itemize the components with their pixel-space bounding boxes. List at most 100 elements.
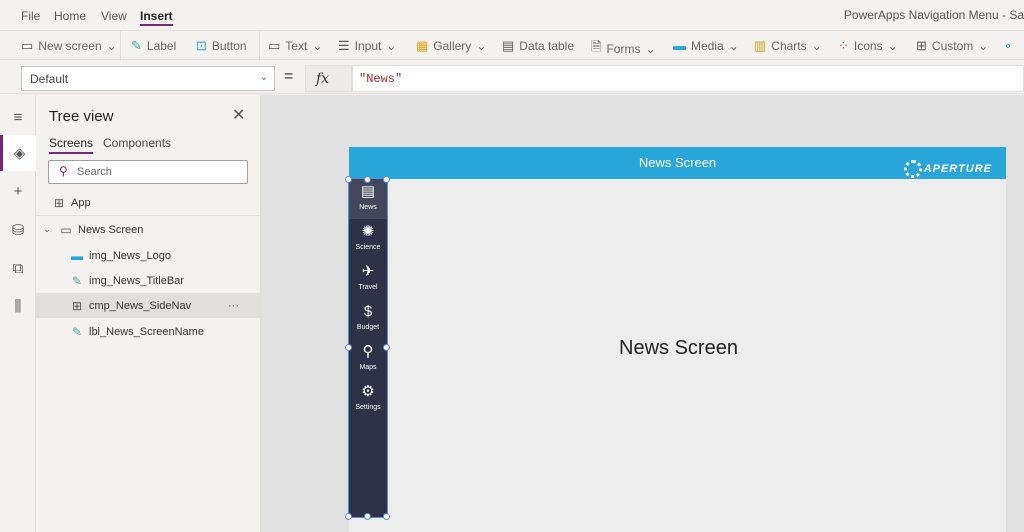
dollar-icon: $ xyxy=(363,303,373,320)
insert-plus-icon[interactable]: + xyxy=(0,173,36,209)
tab-screens[interactable]: Screens xyxy=(49,136,94,154)
tree-item-news-screen[interactable]: ⌄ ▭ News Screen xyxy=(36,217,260,242)
tree-item-app[interactable]: ⊞ App xyxy=(36,191,260,216)
resize-handle[interactable] xyxy=(383,344,390,351)
nav-item-settings[interactable]: ⚙ Settings xyxy=(349,379,387,419)
input-button[interactable]: ☰ Input ⌄ xyxy=(338,38,396,54)
screen-icon: ▭ xyxy=(60,222,72,237)
nav-item-maps[interactable]: ⚲ Maps xyxy=(349,339,387,379)
fx-icon: fx xyxy=(316,71,330,87)
resize-handle[interactable] xyxy=(345,513,352,520)
app-icon: ⊞ xyxy=(53,196,65,210)
side-nav-component[interactable]: ▤ News ✺ Science ✈ Travel $ Budget ⚲ Maps ⚙ Se… xyxy=(348,178,388,518)
chevron-down-icon: ⌄ xyxy=(645,42,656,56)
search-input[interactable]: ⚲ Search xyxy=(48,160,248,184)
close-icon[interactable]: ✕ xyxy=(232,105,245,125)
chevron-down-icon: ⌄ xyxy=(259,72,268,83)
new-screen-button[interactable]: ▭ New screen ⌄ xyxy=(21,38,117,54)
gallery-button[interactable]: ▦ Gallery ⌄ xyxy=(416,38,486,54)
aperture-icon xyxy=(903,160,922,178)
advanced-tools-icon[interactable]: ⫼ xyxy=(0,288,36,324)
tree-item-label: cmp_News_SideNav xyxy=(89,299,192,312)
aperture-logo[interactable]: APERTURE xyxy=(903,153,992,185)
forms-button[interactable]: 🗎 Forms ⌄ xyxy=(591,38,656,60)
edit-icon: ✎ xyxy=(71,324,83,339)
table-icon: ▤ xyxy=(502,38,515,53)
equals-sign: = xyxy=(284,68,294,85)
tree-view-icon[interactable]: ◈ xyxy=(0,135,36,171)
data-table-button[interactable]: ▤ Data table xyxy=(502,38,574,54)
edit-icon: ✎ xyxy=(131,38,142,53)
image-icon: ▬ xyxy=(71,248,83,263)
media-icon[interactable]: ⧉ xyxy=(0,250,36,286)
chart-icon: ▥ xyxy=(754,38,767,53)
tab-components[interactable]: Components xyxy=(103,136,171,150)
hamburger-icon[interactable]: ≡ xyxy=(0,99,36,135)
gallery-label: Gallery xyxy=(433,39,472,53)
component-icon: ⊞ xyxy=(916,38,927,53)
menu-home[interactable]: Home xyxy=(54,9,86,23)
tree-item-cmp-news-sidenav[interactable]: ⊞ cmp_News_SideNav ··· xyxy=(36,293,260,318)
app-screen-preview[interactable]: News Screen APERTURE ▤ News ✺ Science ✈ Tra… xyxy=(345,147,1006,532)
custom-label: Custom xyxy=(931,39,974,53)
charts-button[interactable]: ▥ Charts ⌄ xyxy=(754,38,822,54)
nodes-icon: ∘ xyxy=(1004,38,1013,53)
menu-view[interactable]: View xyxy=(101,9,127,23)
button-label: Button xyxy=(211,39,247,53)
ai-builder-button[interactable]: ∘ xyxy=(1004,38,1012,54)
nav-item-science[interactable]: ✺ Science xyxy=(349,219,387,259)
text-icon: ▭ xyxy=(268,38,281,53)
tree-item-label: img_News_Logo xyxy=(89,249,171,262)
resize-handle[interactable] xyxy=(364,513,371,520)
tree-item-img-news-logo[interactable]: ▬ img_News_Logo xyxy=(36,243,260,268)
nav-label: News xyxy=(359,204,377,211)
media-label: Media xyxy=(691,38,724,53)
screen-name-label[interactable]: News Screen xyxy=(619,337,738,360)
button-button[interactable]: ⊡ Button xyxy=(196,38,247,54)
resize-handle[interactable] xyxy=(345,176,352,183)
chevron-down-icon: ⌄ xyxy=(386,39,397,53)
tree-item-label: App xyxy=(71,197,91,209)
chevron-down-icon: ⌄ xyxy=(978,39,989,53)
aperture-icon: ✺ xyxy=(361,223,375,240)
input-label: Input xyxy=(354,39,382,53)
nav-item-budget[interactable]: $ Budget xyxy=(349,299,387,339)
resize-handle[interactable] xyxy=(345,344,352,351)
custom-button[interactable]: ⊞ Custom ⌄ xyxy=(916,38,988,54)
nav-label: Maps xyxy=(359,364,377,371)
screen-title: News Screen xyxy=(638,155,717,170)
resize-handle[interactable] xyxy=(383,176,390,183)
fx-button[interactable]: fx xyxy=(305,65,352,92)
icons-icon: ⁘ xyxy=(838,38,849,53)
data-icon[interactable]: ⛁ xyxy=(0,212,36,248)
label-label: Label xyxy=(146,39,177,53)
nav-item-news[interactable]: ▤ News xyxy=(349,179,387,219)
media-button[interactable]: ▬ Media ⌄ xyxy=(673,38,739,53)
tree-item-label: News Screen xyxy=(78,223,144,236)
property-dropdown[interactable]: Default ⌄ xyxy=(21,66,275,91)
text-button[interactable]: ▭ Text ⌄ xyxy=(268,38,322,54)
menu-file[interactable]: File xyxy=(21,9,40,23)
edit-icon: ✎ xyxy=(71,273,83,288)
data-table-label: Data table xyxy=(519,39,574,53)
title-bar[interactable]: News Screen APERTURE xyxy=(349,147,1006,179)
app-title: PowerApps Navigation Menu - Sa xyxy=(843,8,1024,22)
menu-bar: File Home View Insert PowerApps Navigati… xyxy=(0,0,1024,30)
menu-insert[interactable]: Insert xyxy=(140,9,173,26)
nav-label: Budget xyxy=(356,324,380,331)
tree-item-lbl-news-screenname[interactable]: ✎ lbl_News_ScreenName xyxy=(36,319,260,344)
formula-input[interactable]: "News" xyxy=(352,65,1024,92)
icons-button[interactable]: ⁘ Icons ⌄ xyxy=(838,38,898,54)
tree-item-img-news-titlebar[interactable]: ✎ img_News_TitleBar xyxy=(36,268,260,293)
nav-item-travel[interactable]: ✈ Travel xyxy=(349,259,387,299)
label-button[interactable]: ✎ Label xyxy=(131,38,176,54)
chevron-down-icon[interactable]: ⌄ xyxy=(40,224,54,235)
chevron-down-icon: ⌄ xyxy=(476,39,487,53)
divider xyxy=(259,31,260,61)
left-rail: ≡ ◈ + ⛁ ⧉ ⫼ xyxy=(0,95,36,532)
new-screen-label: New screen xyxy=(38,39,102,53)
sliders-icon: ☰ xyxy=(338,38,350,53)
resize-handle[interactable] xyxy=(383,513,390,520)
more-options-icon[interactable]: ··· xyxy=(228,300,239,312)
resize-handle[interactable] xyxy=(364,176,371,183)
